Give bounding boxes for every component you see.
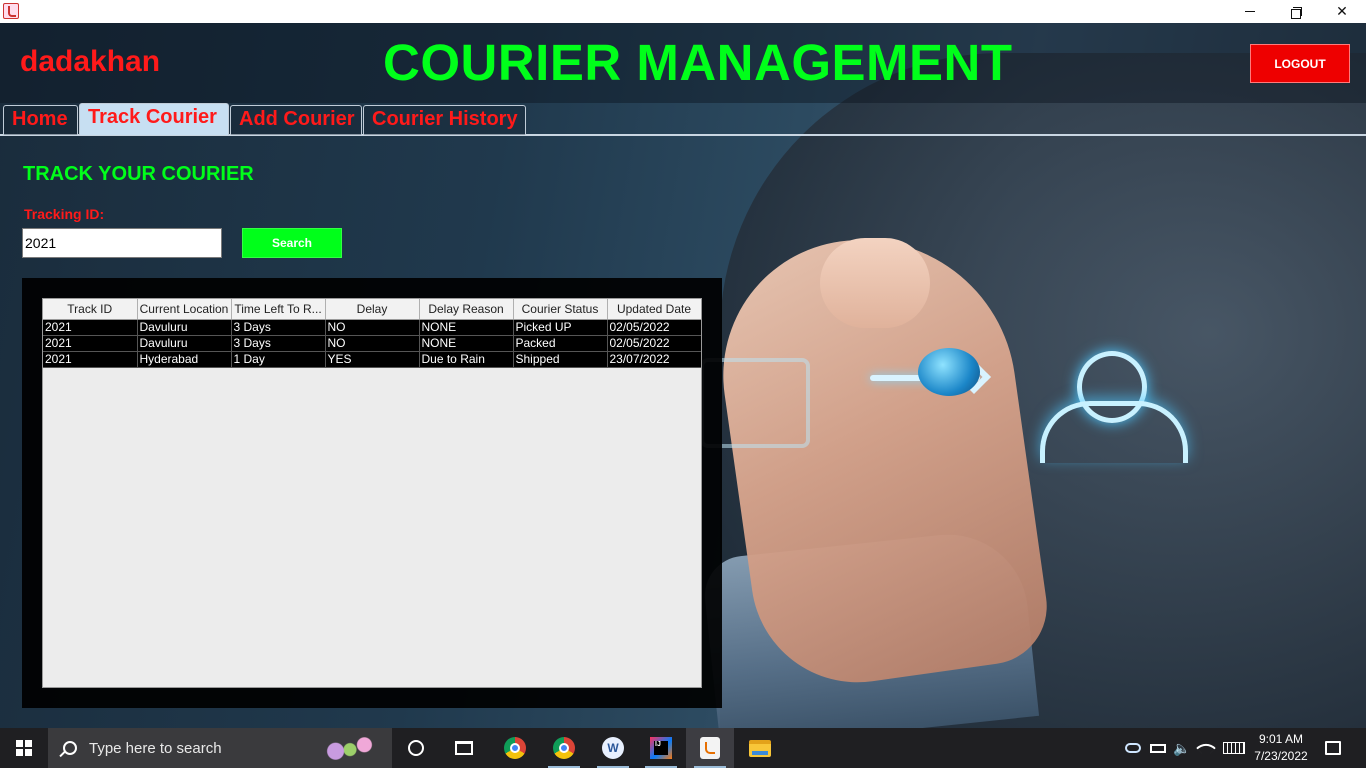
app-title: COURIER MANAGEMENT [383,34,1013,91]
table-cell: Picked UP [513,319,608,336]
chrome-profile-icon [553,737,575,759]
cloud-icon [1125,743,1141,753]
cortana-icon [408,740,424,756]
intellij-icon: IJ [650,737,672,759]
table-cell: 02/05/2022 [607,319,701,336]
table-cell: 3 Days [231,319,326,336]
task-view-button[interactable] [440,728,488,768]
tracking-table-viewport[interactable]: Track ID Current Location Time Left To R… [42,298,702,688]
clock-date: 7/23/2022 [1254,749,1308,763]
minimize-icon [1245,11,1255,12]
table-cell: NO [325,335,420,352]
restore-icon [1291,6,1302,19]
java-app-icon [700,737,720,759]
window-title-bar: ✕ [0,0,1366,23]
tracking-id-label: Tracking ID: [24,206,105,222]
battery-tray-button[interactable] [1148,728,1168,768]
volume-tray-button[interactable]: 🔈 [1172,728,1192,768]
table-cell: Packed [513,335,608,352]
taskbar-search-box[interactable]: Type here to search [48,728,392,768]
tracking-id-input[interactable] [22,228,222,258]
minimize-button[interactable] [1227,0,1273,23]
file-explorer-icon [749,739,771,757]
table-cell: NONE [419,335,514,352]
wifi-icon [1196,738,1216,758]
table-cell: 2021 [43,351,138,368]
table-cell: 02/05/2022 [607,335,701,352]
table-cell: 1 Day [231,351,326,368]
app-window: dadakhan COURIER MANAGEMENT LOGOUT Home … [0,23,1366,728]
keyboard-icon [1223,742,1245,754]
section-title: TRACK YOUR COURIER [23,163,254,185]
close-icon: ✕ [1336,3,1348,19]
chrome-button[interactable] [491,728,539,768]
cortana-button[interactable] [392,728,440,768]
volume-icon: 🔈 [1173,739,1191,756]
taskbar-clock[interactable]: 9:01 AM 7/23/2022 [1250,731,1312,765]
taskbar: Type here to search W IJ 🔈 9:01 AM 7/23/… [0,728,1366,768]
tab-home[interactable]: Home [3,105,78,135]
clock-time: 9:01 AM [1258,732,1304,746]
word-button[interactable]: W [589,728,637,768]
search-button[interactable]: Search [242,228,342,258]
windows-logo-icon [16,740,32,756]
table-cell: Shipped [513,351,608,368]
search-placeholder: Type here to search [89,739,222,757]
column-header-current-location[interactable]: Current Location [137,299,232,320]
background-finger-image [820,238,930,328]
tab-add-courier[interactable]: Add Courier [230,105,362,135]
start-button[interactable] [0,728,48,768]
chrome-icon [504,737,526,759]
keyboard-tray-button[interactable] [1222,728,1246,768]
search-highlight-image [314,732,386,764]
table-cell: Davuluru [137,319,232,336]
table-row[interactable]: 2021 Davuluru 3 Days NO NONE Packed 02/0… [43,335,701,352]
file-explorer-button[interactable] [736,728,784,768]
search-icon [63,741,77,755]
column-header-time-left[interactable]: Time Left To R... [231,299,326,320]
tracking-table-panel: Track ID Current Location Time Left To R… [22,278,722,708]
tracking-table: Track ID Current Location Time Left To R… [43,299,701,368]
logout-button[interactable]: LOGOUT [1250,44,1350,83]
glowing-button-image [918,348,980,396]
intellij-button[interactable]: IJ [637,728,685,768]
table-cell: 2021 [43,319,138,336]
notification-icon [1325,741,1341,755]
java-app-button[interactable] [686,728,734,768]
notifications-button[interactable] [1318,728,1348,768]
table-cell: 2021 [43,335,138,352]
battery-icon [1150,743,1166,753]
person-body-icon [1040,401,1188,463]
table-row[interactable]: 2021 Davuluru 3 Days NO NONE Picked UP 0… [43,319,701,336]
table-cell: Davuluru [137,335,232,352]
chrome-profile-button[interactable] [540,728,588,768]
tab-track-courier[interactable]: Track Courier [79,103,229,135]
column-header-track-id[interactable]: Track ID [43,299,138,320]
word-icon: W [602,737,624,759]
tab-courier-history[interactable]: Courier History [363,105,526,135]
java-icon [3,3,19,19]
table-cell: YES [325,351,420,368]
table-row[interactable]: 2021 Hyderabad 1 Day YES Due to Rain Shi… [43,351,701,368]
table-header-row: Track ID Current Location Time Left To R… [43,299,701,320]
column-header-courier-status[interactable]: Courier Status [513,299,608,320]
wifi-tray-button[interactable] [1196,728,1216,768]
column-header-delay-reason[interactable]: Delay Reason [419,299,514,320]
column-header-delay[interactable]: Delay [325,299,420,320]
table-cell: NO [325,319,420,336]
close-button[interactable]: ✕ [1319,0,1365,23]
table-cell: Hyderabad [137,351,232,368]
table-cell: 3 Days [231,335,326,352]
table-cell: Due to Rain [419,351,514,368]
table-cell: 23/07/2022 [607,351,701,368]
username-label: dadakhan [20,45,161,78]
maximize-button[interactable] [1273,0,1319,23]
onedrive-tray-button[interactable] [1123,728,1143,768]
task-view-icon [455,741,473,755]
column-header-updated-date[interactable]: Updated Date [607,299,701,320]
table-cell: NONE [419,319,514,336]
